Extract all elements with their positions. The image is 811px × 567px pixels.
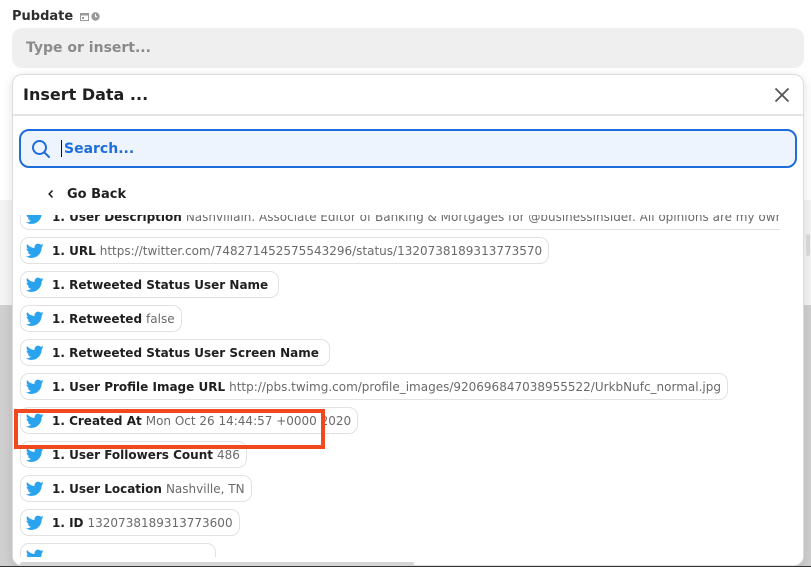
item-key: 1. ID xyxy=(52,515,84,530)
item-value: Nashville, TN xyxy=(165,481,245,496)
close-icon xyxy=(774,87,790,102)
search-field[interactable] xyxy=(19,129,797,168)
item-key: 1. User Location xyxy=(52,481,162,496)
twitter-icon xyxy=(25,215,44,225)
item-value: 1320738189313773600 xyxy=(87,515,233,530)
chevron-left-icon xyxy=(48,189,54,199)
item-value: Nashvillain. Associate Editor of Banking… xyxy=(185,215,780,224)
twitter-icon xyxy=(26,549,44,557)
item-key: 1. Retweeted Status User Screen Name xyxy=(52,345,319,360)
pubdate-label: Pubdate xyxy=(12,9,100,24)
clock-icon xyxy=(91,12,100,21)
twitter-icon xyxy=(25,481,44,497)
list-item[interactable]: 1. Retweeted false xyxy=(20,305,182,332)
data-list[interactable]: 1. User Description Nashvillain. Associat… xyxy=(20,215,780,557)
list-item[interactable] xyxy=(20,543,216,557)
item-key: 1. User Description xyxy=(52,215,182,224)
search-icon xyxy=(32,139,50,158)
list-item[interactable]: 1. Retweeted Status User Name xyxy=(20,271,280,298)
item-key: 1. User Followers Count xyxy=(52,447,213,462)
twitter-icon xyxy=(25,345,44,361)
insert-data-modal: Insert Data ... Go Back 1. User Descript… xyxy=(12,74,804,566)
list-item[interactable]: 1. ID 1320738189313773600 xyxy=(20,509,240,536)
list-item[interactable]: 1. User Description Nashvillain. Associat… xyxy=(20,215,780,230)
item-key: 1. User Profile Image URL xyxy=(52,379,226,394)
list-item[interactable]: 1. URL https://twitter.com/74827145257554… xyxy=(20,237,550,264)
twitter-icon xyxy=(25,379,44,395)
item-value: http://pbs.twimg.com/profile_images/9206… xyxy=(229,379,721,394)
vertical-scrollbar[interactable] xyxy=(806,234,810,256)
modal-header: Insert Data ... xyxy=(13,75,803,116)
list-item[interactable]: 1. User Profile Image URL http://pbs.twim… xyxy=(20,373,728,400)
pubdate-label-text: Pubdate xyxy=(12,9,74,24)
list-item[interactable]: 1. Retweeted Status User Screen Name xyxy=(20,339,330,366)
modal-title: Insert Data ... xyxy=(23,85,149,104)
twitter-icon xyxy=(25,515,44,531)
go-back-button[interactable]: Go Back xyxy=(47,186,803,202)
calendar-icon xyxy=(80,13,90,21)
twitter-icon xyxy=(25,243,44,259)
item-key: 1. Retweeted xyxy=(52,311,143,326)
list-item[interactable]: 1. User Location Nashville, TN xyxy=(20,475,252,502)
close-button[interactable] xyxy=(771,84,793,106)
highlight-box xyxy=(14,409,325,449)
item-key: 1. Retweeted Status User Name xyxy=(52,277,269,292)
twitter-icon xyxy=(25,311,44,327)
pubdate-placeholder: Type or insert... xyxy=(26,40,151,56)
pubdate-input[interactable]: Type or insert... xyxy=(12,28,804,68)
go-back-label: Go Back xyxy=(67,186,127,202)
item-key: 1. URL xyxy=(52,243,96,258)
item-value: 486 xyxy=(216,447,240,462)
item-value: false xyxy=(146,311,175,326)
twitter-icon xyxy=(25,277,44,293)
item-value: https://twitter.com/748271452575543296/s… xyxy=(99,243,543,258)
search-input[interactable] xyxy=(62,139,785,158)
